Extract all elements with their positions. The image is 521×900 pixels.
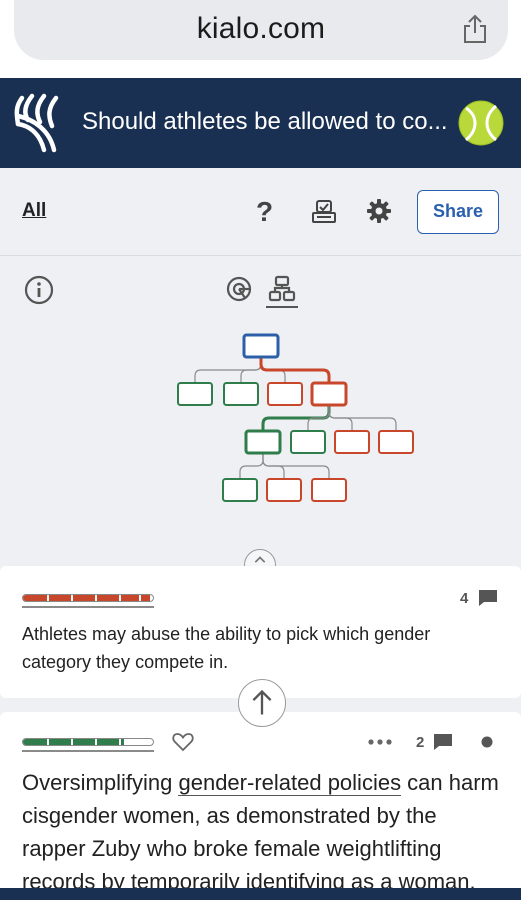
bar-baseline — [22, 750, 154, 752]
discussion-toolbar: All ? Share — [0, 168, 521, 256]
tree-edge — [262, 453, 330, 479]
discussion-map-panel — [0, 257, 521, 581]
go-to-parent-arrow-icon[interactable] — [238, 679, 286, 727]
bar-tick — [47, 739, 49, 745]
tree-view-icon[interactable] — [268, 275, 296, 303]
tree-node-pro — [244, 429, 282, 455]
address-bar[interactable]: kialo.com — [14, 0, 508, 60]
bar-tick — [139, 595, 141, 601]
tree-edge — [259, 357, 331, 383]
bar-tick — [47, 595, 49, 601]
tree-node-con — [266, 478, 302, 502]
claim-text-start: Oversimplifying — [22, 770, 179, 795]
tree-node-pro — [290, 430, 326, 454]
help-icon[interactable]: ? — [256, 196, 273, 228]
tree-node-con — [310, 381, 348, 407]
impact-bar-fill — [23, 595, 151, 601]
url-text[interactable]: kialo.com — [14, 12, 508, 46]
comment-icon[interactable] — [478, 589, 498, 607]
comment-count[interactable]: 2 — [416, 734, 424, 751]
share-button[interactable]: Share — [417, 190, 499, 234]
active-view-indicator — [266, 306, 298, 308]
claim-card[interactable]: 2 Oversimplifying gender-related policie… — [0, 712, 521, 900]
tree-node-thesis — [242, 333, 280, 359]
all-filter-link[interactable]: All — [22, 200, 46, 222]
tree-node-pro — [177, 382, 213, 406]
share-icon[interactable] — [462, 14, 488, 44]
argument-tree-minimap[interactable] — [170, 329, 420, 509]
tree-edge — [328, 405, 397, 431]
tree-node-pro — [222, 478, 258, 502]
tree-node-con — [267, 382, 303, 406]
comment-icon[interactable] — [433, 733, 453, 751]
tree-edge — [239, 453, 264, 479]
bar-tick — [119, 739, 121, 745]
tree-edge — [307, 405, 330, 431]
more-options-icon[interactable] — [368, 738, 392, 746]
impact-bar-fill — [23, 739, 125, 745]
settings-gear-icon[interactable] — [366, 198, 392, 224]
tree-node-con — [334, 430, 370, 454]
bar-tick — [71, 595, 73, 601]
app-header: Should athletes be allowed to co... — [0, 78, 521, 168]
sunburst-view-icon[interactable] — [225, 275, 253, 303]
bottom-navigation-edge — [0, 888, 521, 900]
bar-tick — [119, 595, 121, 601]
kialo-logo-icon[interactable] — [14, 92, 60, 154]
tree-node-con — [311, 478, 347, 502]
tennis-ball-avatar-icon[interactable] — [458, 100, 504, 146]
bar-tick — [95, 739, 97, 745]
info-icon[interactable] — [24, 275, 54, 305]
bar-tick — [95, 595, 97, 601]
discussion-title[interactable]: Should athletes be allowed to co... — [82, 108, 448, 136]
bar-baseline — [22, 606, 154, 608]
comment-count[interactable]: 4 — [460, 590, 468, 607]
tree-node-pro — [223, 382, 259, 406]
browser-chrome: kialo.com — [0, 0, 521, 78]
claim-text[interactable]: Athletes may abuse the ability to pick w… — [22, 620, 482, 676]
vote-icon[interactable] — [311, 198, 337, 224]
claim-impact-bar — [22, 594, 154, 602]
tree-edge — [240, 357, 262, 383]
linked-term[interactable]: gender-related policies — [178, 770, 402, 796]
heart-icon[interactable] — [172, 732, 194, 752]
status-dot-icon — [481, 736, 493, 748]
bar-tick — [71, 739, 73, 745]
claim-text[interactable]: Oversimplifying gender-related policies … — [22, 766, 500, 898]
tree-node-con — [378, 430, 414, 454]
claim-impact-bar — [22, 738, 154, 746]
